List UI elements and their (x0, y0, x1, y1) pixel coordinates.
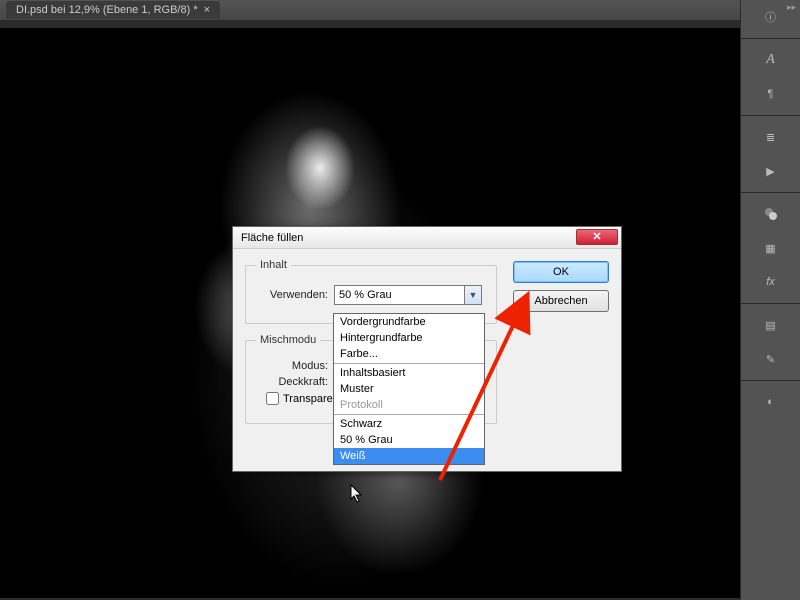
character-icon[interactable]: A (762, 51, 780, 69)
adjust-icon[interactable]: ◐ (762, 393, 780, 411)
use-select[interactable]: 50 % Grau ▼ (334, 285, 482, 305)
content-group-legend: Inhalt (256, 259, 291, 271)
paragraph-icon[interactable]: ¶ (762, 85, 780, 103)
fx-icon[interactable]: fx (762, 273, 780, 291)
dialog-title: Fläche füllen (241, 232, 303, 244)
option-white[interactable]: Weiß (334, 448, 484, 464)
brush-icon[interactable]: ✎ (762, 350, 780, 368)
expand-panels-icon[interactable]: ▸▸ (787, 2, 796, 13)
mode-label: Modus: (256, 360, 334, 372)
dialog-close-button[interactable]: ✕ (576, 229, 618, 245)
option-contentaware[interactable]: Inhaltsbasiert (334, 365, 484, 381)
document-tab-bar: DI.psd bei 12,9% (Ebene 1, RGB/8) * × (0, 0, 800, 20)
info-icon[interactable]: ⓘ (762, 8, 780, 26)
tab-close-icon[interactable]: × (204, 4, 210, 16)
grid-icon[interactable]: ▦ (762, 239, 780, 257)
play-icon[interactable]: ▶ (762, 162, 780, 180)
dropdown-arrow-icon[interactable]: ▼ (464, 286, 481, 304)
sliders-icon[interactable]: ≣ (762, 128, 780, 146)
transparency-label: Transparen (283, 393, 339, 405)
option-history[interactable]: Protokoll (334, 397, 484, 413)
dialog-titlebar[interactable]: Fläche füllen ✕ (233, 227, 621, 249)
document-tab[interactable]: DI.psd bei 12,9% (Ebene 1, RGB/8) * × (6, 1, 220, 19)
use-select-value: 50 % Grau (339, 289, 392, 301)
ok-button[interactable]: OK (513, 261, 609, 283)
transparency-checkbox[interactable] (266, 392, 279, 405)
cancel-button[interactable]: Abbrechen (513, 290, 609, 312)
use-dropdown-list: Vordergrundfarbe Hintergrundfarbe Farbe.… (333, 313, 485, 465)
use-label: Verwenden: (256, 289, 334, 301)
blend-group-legend: Mischmodu (256, 334, 320, 346)
option-background[interactable]: Hintergrundfarbe (334, 330, 484, 346)
option-black[interactable]: Schwarz (334, 416, 484, 432)
swatch-icon[interactable] (762, 205, 780, 223)
opacity-label: Deckkraft: (256, 376, 334, 388)
option-foreground[interactable]: Vordergrundfarbe (334, 314, 484, 330)
layers-icon[interactable]: ▤ (762, 316, 780, 334)
fill-dialog: Fläche füllen ✕ Inhalt Verwenden: 50 % G… (232, 226, 622, 472)
option-50gray[interactable]: 50 % Grau (334, 432, 484, 448)
option-pattern[interactable]: Muster (334, 381, 484, 397)
document-tab-title: DI.psd bei 12,9% (Ebene 1, RGB/8) * (16, 4, 198, 16)
right-panel-strip: ▸▸ ⓘ A ¶ ≣ ▶ ▦ fx ▤ ✎ ◐ (740, 0, 800, 600)
option-color[interactable]: Farbe... (334, 346, 484, 362)
